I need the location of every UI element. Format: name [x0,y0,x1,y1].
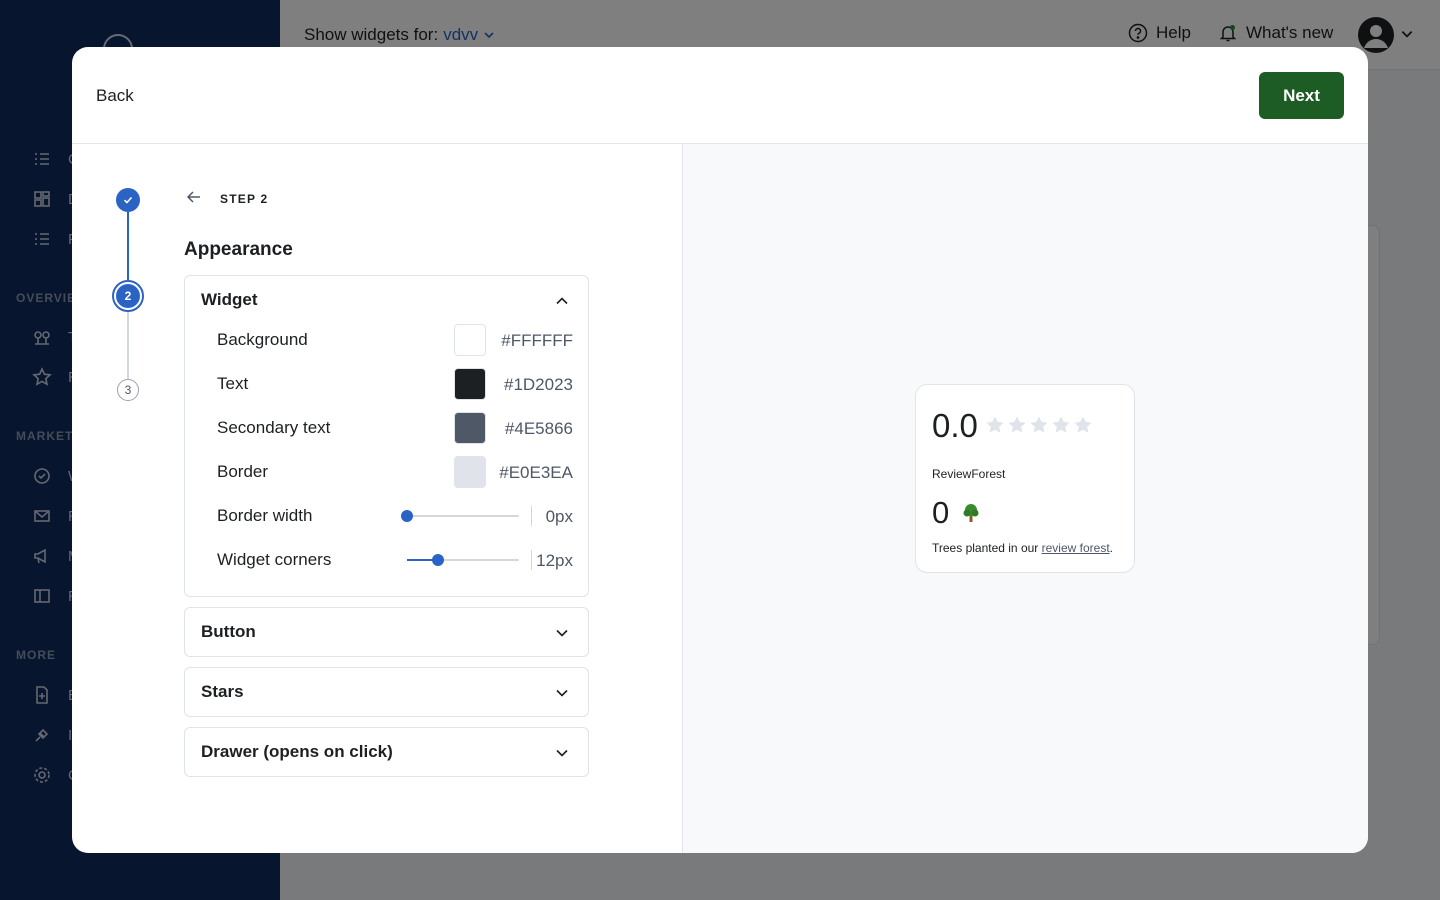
drawer-panel-header[interactable]: Drawer (opens on click) [185,728,588,776]
slider-handle[interactable] [432,554,445,566]
chevron-down-icon [556,749,568,757]
star-icon [1030,416,1048,433]
text-color-row: Text #1D2023 [217,368,573,400]
background-label: Background [217,330,308,349]
star-icon [1008,416,1026,433]
tree-icon [963,504,979,522]
stars-panel-title: Stars [201,682,244,701]
widget-preview[interactable]: 0.0 ReviewForest 0 Trees planted in our … [915,384,1135,573]
border-label: Border [217,462,269,481]
widget-corners-slider[interactable] [407,554,519,566]
chevron-down-icon [556,689,568,697]
text-label: Text [217,374,249,393]
section-title: Appearance [184,239,293,260]
back-button[interactable]: Back [96,86,134,106]
drawer-panel: Drawer (opens on click) [184,727,589,777]
preview-pane: 0.0 ReviewForest 0 Trees planted in our … [682,144,1368,853]
step-label: STEP 2 [220,192,269,206]
widget-corners-value[interactable]: 12px [536,551,573,571]
step-3-pending[interactable]: 3 [117,379,139,401]
chevron-up-icon [556,297,568,305]
background-color-row: Background #FFFFFF [217,324,573,356]
border-hex[interactable]: #E0E3EA [499,463,573,483]
secondary-text-hex[interactable]: #4E5866 [505,419,573,439]
stepper-line-pending [127,312,129,379]
star-icon [1052,416,1070,433]
stars-panel: Stars [184,667,589,717]
border-width-row: Border width 0px [217,500,573,532]
step-2-current[interactable]: 2 [112,280,144,312]
preview-stars [985,415,1093,435]
review-forest-link[interactable]: review forest [1042,541,1110,555]
step-number: 2 [116,284,140,308]
button-panel-title: Button [201,622,256,641]
text-hex[interactable]: #1D2023 [504,375,573,395]
widget-setup-modal: Back Next 2 3 STEP 2 Appearance Widget B… [72,47,1368,853]
stars-panel-header[interactable]: Stars [185,668,588,716]
border-color-row: Border #E0E3EA [217,456,573,488]
modal-header: Back Next [72,47,1368,144]
divider [531,550,532,570]
trees-text-suffix: . [1109,541,1114,555]
widget-panel-title: Widget [201,290,258,309]
star-icon [986,416,1004,433]
border-swatch[interactable] [454,456,486,488]
preview-brand: ReviewForest [932,467,1006,481]
border-width-value[interactable]: 0px [546,507,573,527]
button-panel: Button [184,607,589,657]
star-icon [1074,416,1092,433]
text-swatch[interactable] [454,368,486,400]
next-button[interactable]: Next [1259,72,1344,119]
secondary-text-label: Secondary text [217,418,331,437]
widget-corners-row: Widget corners 12px [217,544,573,576]
arrow-left-icon[interactable] [185,188,203,206]
preview-rating: 0.0 [932,407,978,444]
widget-corners-label: Widget corners [217,550,332,569]
secondary-text-swatch[interactable] [454,412,486,444]
widget-panel-header[interactable]: Widget [185,276,588,324]
widget-panel: Widget Background #FFFFFF Text #1D2023 S… [184,275,589,597]
secondary-text-color-row: Secondary text #4E5866 [217,412,573,444]
button-panel-header[interactable]: Button [185,608,588,656]
drawer-panel-title: Drawer (opens on click) [201,742,393,761]
step-1-completed[interactable] [116,188,140,212]
trees-text-prefix: Trees planted in our [932,541,1039,555]
checkmark-icon [123,196,133,204]
border-width-slider[interactable] [401,510,519,522]
border-width-label: Border width [217,506,313,525]
settings-pane: 2 3 STEP 2 Appearance Widget Background … [72,144,682,853]
background-hex[interactable]: #FFFFFF [501,331,573,351]
preview-trees-count: 0 [932,495,950,530]
chevron-down-icon [556,629,568,637]
background-swatch[interactable] [454,324,486,356]
slider-handle[interactable] [401,510,413,522]
preview-trees-text: Trees planted in our review forest. [932,541,1113,555]
stepper-line-completed [127,212,129,280]
divider [531,506,532,526]
